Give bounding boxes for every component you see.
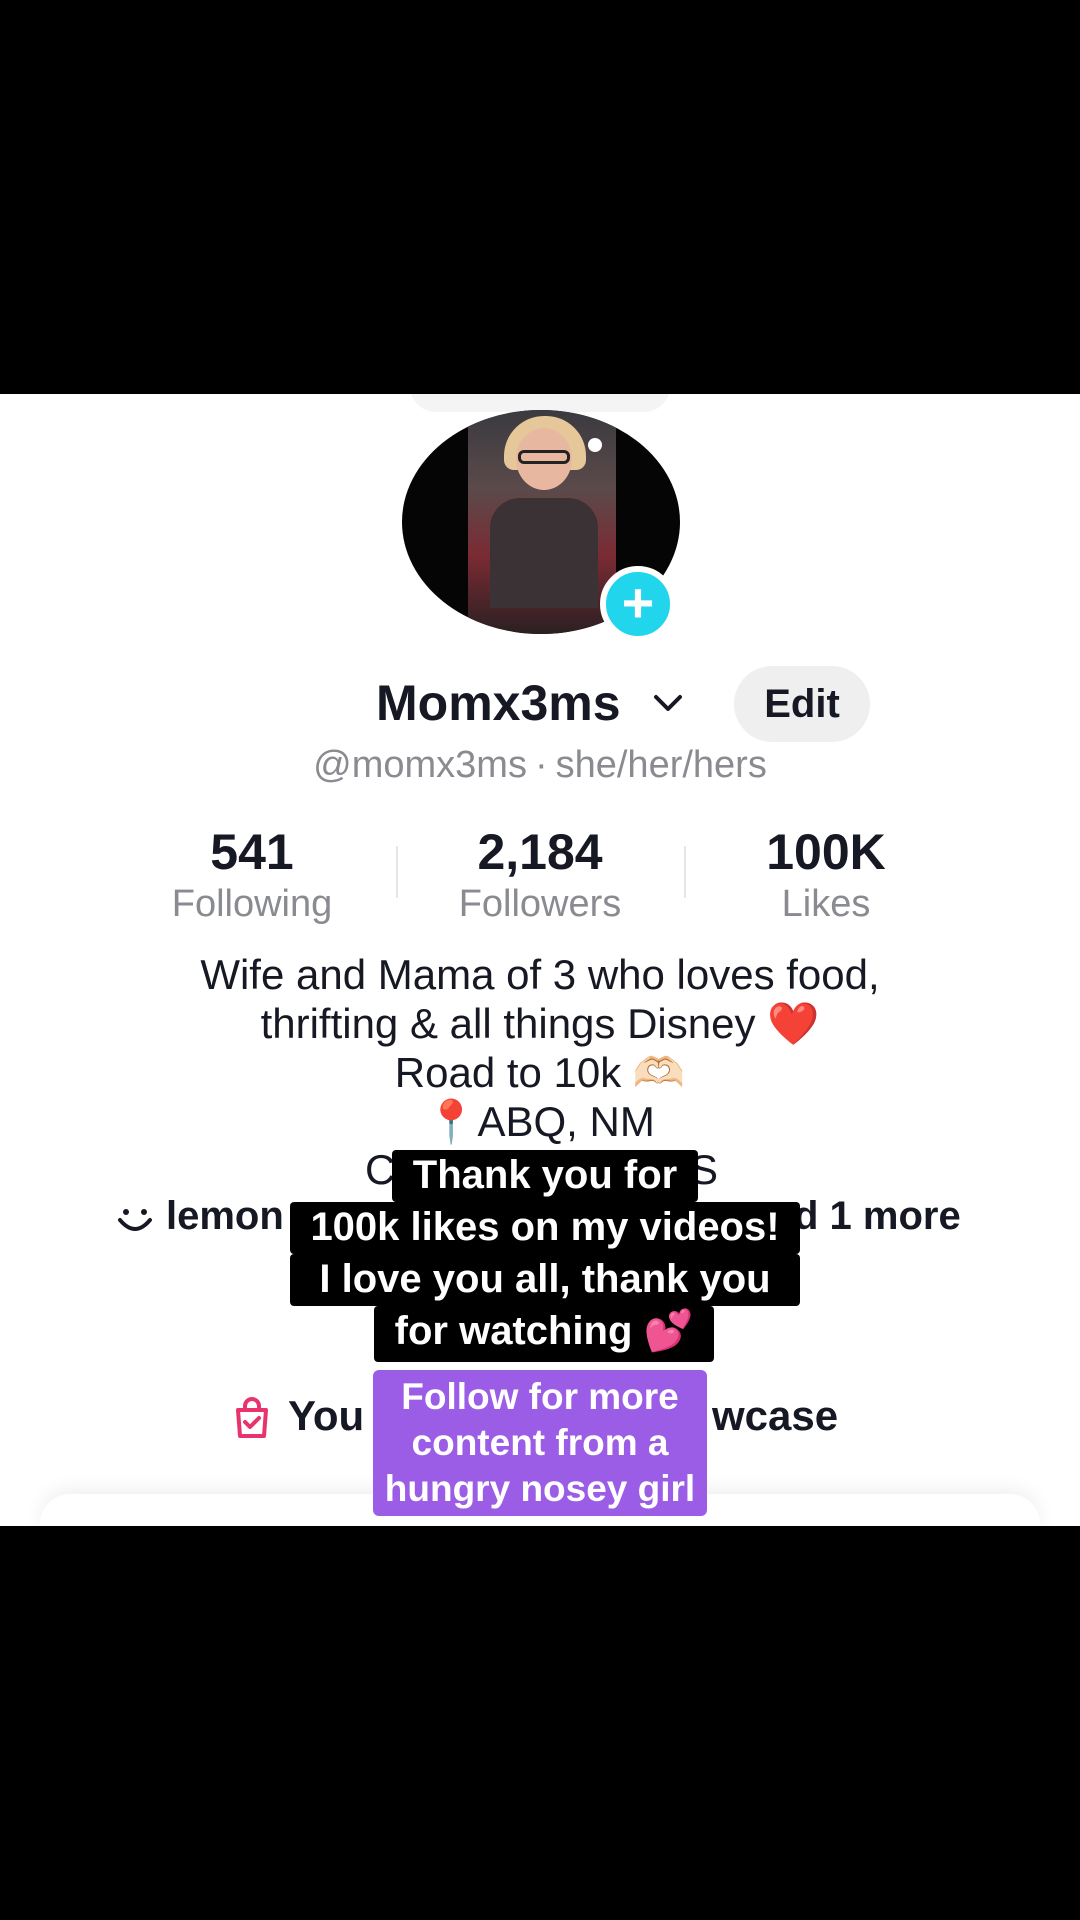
- bio-line: 📍ABQ, NM: [425, 1098, 655, 1145]
- caption-line: 100k likes on my videos!: [290, 1202, 800, 1254]
- stat-likes[interactable]: 100K Likes: [696, 824, 956, 928]
- caption-line: Thank you for: [392, 1150, 698, 1202]
- shopping-bag-icon: [236, 1397, 268, 1438]
- edit-profile-button[interactable]: Edit: [734, 666, 870, 742]
- stat-following[interactable]: 541 Following: [122, 824, 382, 928]
- separator: ·: [534, 744, 548, 786]
- stat-label: Following: [171, 883, 333, 925]
- display-name: Momx3ms: [376, 675, 621, 731]
- link-more[interactable]: d 1 more: [794, 1194, 961, 1239]
- avatar-dot: [588, 438, 602, 452]
- link-text-start[interactable]: lemon: [166, 1194, 284, 1239]
- showcase-text-start[interactable]: You: [288, 1392, 364, 1440]
- caption-line: I love you all, thank you: [290, 1254, 800, 1306]
- bio-line: Wife and Mama of 3 who loves food,: [200, 951, 880, 998]
- follow-caption: Follow for more content from a hungry no…: [373, 1370, 707, 1516]
- follow-caption-line: Follow for more: [401, 1376, 679, 1417]
- chevron-down-icon[interactable]: [650, 685, 686, 721]
- caption-line: for watching 💕: [374, 1306, 714, 1362]
- smile-icon: [118, 1209, 152, 1231]
- stat-label: Followers: [458, 883, 622, 925]
- letterbox-top: [0, 0, 1080, 394]
- username: @momx3ms: [313, 744, 527, 786]
- username-line: @momx3ms · she/her/hers: [0, 744, 1080, 787]
- stat-divider: [396, 846, 398, 898]
- follow-caption-line: hungry nosey girl: [384, 1468, 696, 1509]
- avatar-glasses: [518, 450, 570, 464]
- stat-divider: [684, 846, 686, 898]
- follow-caption-line: content from a: [411, 1422, 669, 1463]
- showcase-text-end[interactable]: wcase: [712, 1392, 838, 1440]
- bio-line: Road to 10k 🫶🏻: [394, 1049, 686, 1096]
- pronouns: she/her/hers: [555, 744, 767, 786]
- stat-label: Likes: [781, 883, 871, 925]
- stat-value: 2,184: [477, 824, 603, 880]
- bio: Wife and Mama of 3 who loves food, thrif…: [0, 950, 1080, 1146]
- letterbox-bottom: [0, 1526, 1080, 1920]
- add-story-plus-icon[interactable]: +: [600, 566, 676, 642]
- bio-line: thrifting & all things Disney ❤️: [260, 1000, 820, 1047]
- stat-value: 541: [210, 824, 294, 880]
- stat-value: 100K: [766, 824, 886, 880]
- bio-line-partial-start: C: [365, 1146, 396, 1193]
- avatar-shirt: [490, 498, 598, 608]
- stat-followers[interactable]: 2,184 Followers: [410, 824, 670, 928]
